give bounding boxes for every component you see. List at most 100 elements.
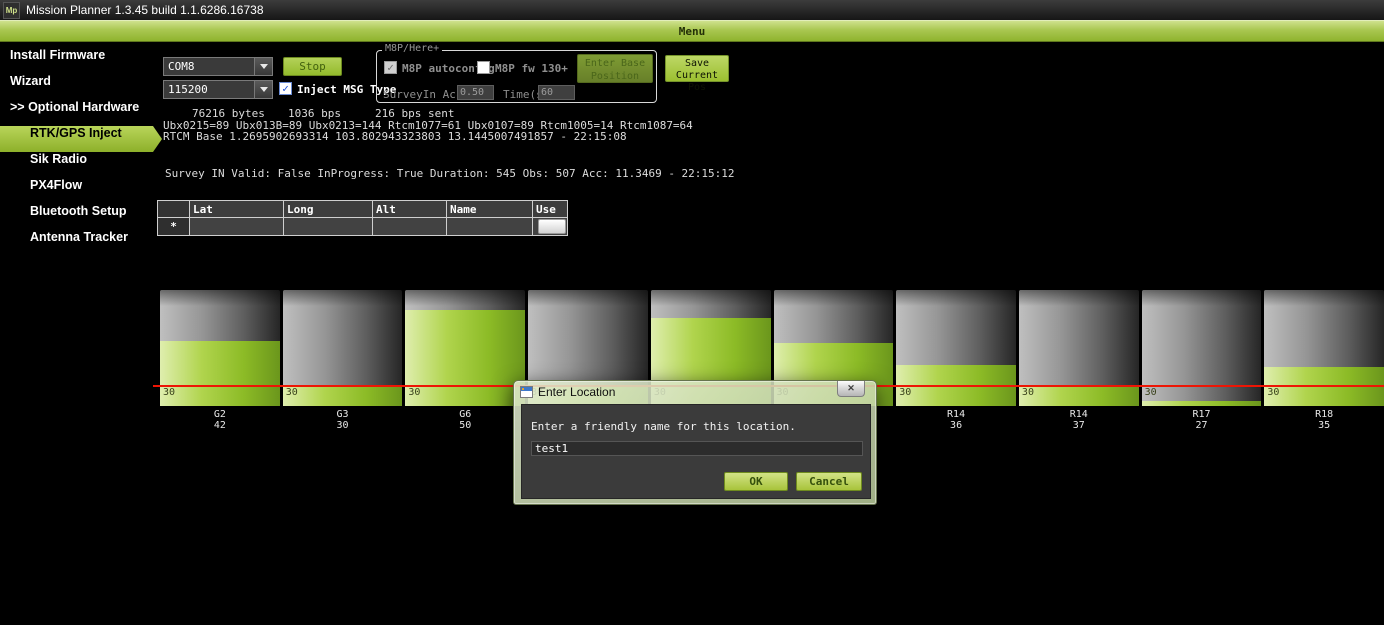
m8p-here-group: M8P/Here+ ✓ M8P autoconfig M8P fw 130+ S… <box>376 50 657 103</box>
snr-bar-fill <box>283 385 403 406</box>
snr-bar-pane: 30 R1727 <box>1142 290 1262 432</box>
baud-rate-select[interactable]: 115200 <box>163 80 273 99</box>
snr-bar-background <box>1019 290 1139 406</box>
satellite-snr: 27 <box>1142 420 1262 431</box>
mission-planner-window: Mp Mission Planner 1.3.45 build 1.1.6286… <box>0 0 1384 625</box>
satellite-id: G6 <box>405 409 525 420</box>
table-cell-use[interactable] <box>533 218 567 235</box>
base-position-table: LatLongAltNameUse * <box>157 200 568 236</box>
threshold-value-label: 30 <box>1022 387 1034 398</box>
threshold-value-label: 30 <box>163 387 175 398</box>
satellite-snr: 37 <box>1019 420 1139 431</box>
satellite-id: R14 <box>1019 409 1139 420</box>
baud-rate-value: 115200 <box>168 83 208 96</box>
sidebar-item-wizard[interactable]: Wizard <box>0 74 153 100</box>
sidebar-item-px4flow[interactable]: PX4Flow <box>0 178 153 204</box>
rtcm-base-status: RTCM Base 1.2695902693314 103.8029433238… <box>163 130 627 143</box>
ok-button[interactable]: OK <box>724 472 788 491</box>
satellite-id: G2 <box>160 409 280 420</box>
satellite-snr: 30 <box>283 420 403 431</box>
sidebar-item-optional-hardware[interactable]: >> Optional Hardware <box>0 100 153 126</box>
snr-bar-fill <box>405 310 525 406</box>
table-header-long: Long <box>284 201 372 217</box>
table-cell-lat[interactable] <box>190 218 283 235</box>
snr-bar-fill <box>1019 387 1139 406</box>
m8p-fw130-checkbox[interactable] <box>477 61 490 74</box>
satellite-id: R14 <box>896 409 1016 420</box>
enter-base-position-button[interactable]: Enter Base Position <box>577 54 653 83</box>
threshold-value-label: 30 <box>1267 387 1279 398</box>
m8p-here-group-title: M8P/Here+ <box>382 43 442 54</box>
dialog-titlebar[interactable]: Enter Location ✕ <box>514 381 876 404</box>
snr-bar-background <box>896 290 1016 406</box>
snr-bar-pane: 30 G650 <box>405 290 525 432</box>
snr-bar-fill <box>1142 401 1262 406</box>
enter-base-line1: Enter Base <box>578 57 652 70</box>
snr-bar-pane: 30 R1437 <box>1019 290 1139 432</box>
stop-button[interactable]: Stop <box>283 57 342 76</box>
table-header-name: Name <box>447 201 532 217</box>
menu-bar[interactable]: Menu <box>0 20 1384 42</box>
surveyin-acc-input[interactable]: 0.50 <box>457 85 494 100</box>
snr-bar-pane: 30 R1835 <box>1264 290 1384 432</box>
window-titlebar[interactable]: Mp Mission Planner 1.3.45 build 1.1.6286… <box>0 0 1384 20</box>
com-port-select[interactable]: COM8 <box>163 57 273 76</box>
satellite-id: R18 <box>1264 409 1384 420</box>
satellite-snr: 42 <box>160 420 280 431</box>
satellite-id: G3 <box>283 409 403 420</box>
sidebar-item-rtk-gps-inject[interactable]: RTK/GPS Inject <box>0 126 162 152</box>
threshold-value-label: 30 <box>408 387 420 398</box>
snr-bar-pane: 30R1436 <box>896 290 1016 432</box>
sidebar-item-bluetooth-setup[interactable]: Bluetooth Setup <box>0 204 153 230</box>
sidebar-item-install-firmware[interactable]: Install Firmware <box>0 48 153 74</box>
sidebar-nav: Install FirmwareWizard>> Optional Hardwa… <box>0 42 153 625</box>
sidebar-item-sik-radio[interactable]: Sik Radio <box>0 152 153 178</box>
satellite-snr: 36 <box>896 420 1016 431</box>
chevron-down-icon[interactable] <box>254 58 272 75</box>
time-input[interactable]: 60 <box>538 85 575 100</box>
inject-msg-type-checkbox[interactable]: ✓ <box>279 82 292 95</box>
location-name-input[interactable] <box>531 441 863 456</box>
use-toggle-button[interactable] <box>538 219 566 234</box>
com-port-value: COM8 <box>168 60 195 73</box>
sidebar-item-antenna-tracker[interactable]: Antenna Tracker <box>0 230 153 256</box>
dialog-prompt: Enter a friendly name for this location. <box>531 420 796 433</box>
enter-base-line2: Position <box>578 70 652 83</box>
chevron-down-icon[interactable] <box>254 81 272 98</box>
table-cell-name[interactable] <box>447 218 532 235</box>
app-icon: Mp <box>3 2 20 19</box>
close-icon[interactable]: ✕ <box>837 381 865 397</box>
table-header-use: Use <box>533 201 567 217</box>
satellite-label: R1436 <box>896 409 1016 431</box>
cancel-button[interactable]: Cancel <box>796 472 862 491</box>
table-corner-header <box>158 201 189 217</box>
table-cell-long[interactable] <box>284 218 372 235</box>
threshold-value-label: 30 <box>286 387 298 398</box>
satellite-snr: 35 <box>1264 420 1384 431</box>
snr-bar-fill <box>160 341 280 406</box>
snr-bar-background <box>1264 290 1384 406</box>
form-icon <box>520 386 533 398</box>
table-cell-alt[interactable] <box>373 218 446 235</box>
snr-bar-background <box>1142 290 1262 406</box>
menu-button[interactable]: Menu <box>679 25 706 38</box>
m8p-fw130-label: M8P fw 130+ <box>495 62 568 75</box>
save-pos-line1: Save <box>666 58 728 70</box>
save-current-pos-button[interactable]: Save Current Pos <box>665 55 729 82</box>
satellite-label: R1437 <box>1019 409 1139 431</box>
satellite-snr: 50 <box>405 420 525 431</box>
snr-bar-pane: 30G330 <box>283 290 403 432</box>
table-header-lat: Lat <box>190 201 283 217</box>
snr-bar-background <box>405 290 525 406</box>
enter-location-dialog: Enter Location ✕ Enter a friendly name f… <box>513 380 877 505</box>
m8p-autoconfig-checkbox[interactable]: ✓ <box>384 61 397 74</box>
satellite-label: G242 <box>160 409 280 431</box>
new-row-marker: * <box>158 218 189 235</box>
survey-in-status: Survey IN Valid: False InProgress: True … <box>165 167 735 180</box>
satellite-label: R1835 <box>1264 409 1384 431</box>
table-header-alt: Alt <box>373 201 446 217</box>
snr-bar-background <box>283 290 403 406</box>
satellite-label: R1727 <box>1142 409 1262 431</box>
snr-bar-background <box>160 290 280 406</box>
threshold-value-label: 30 <box>1145 387 1157 398</box>
